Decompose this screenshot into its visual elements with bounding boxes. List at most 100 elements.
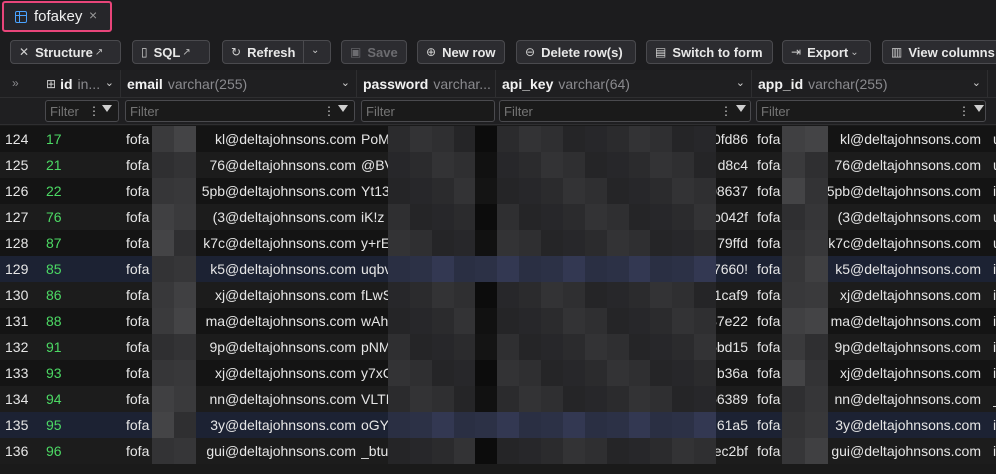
row-number[interactable]: 130 — [5, 282, 43, 308]
redaction-block — [497, 256, 520, 282]
redaction-block — [584, 178, 607, 204]
redaction-block — [431, 334, 454, 360]
chevron-down-icon[interactable]: ⌄ — [736, 76, 745, 89]
cell-id[interactable]: 85 — [46, 256, 118, 282]
cell-id[interactable]: 93 — [46, 360, 118, 386]
row-number[interactable]: 125 — [5, 152, 43, 178]
filter-input-app-id[interactable] — [756, 100, 986, 122]
save-label: Save — [367, 44, 398, 60]
redaction-block — [497, 438, 520, 464]
delete-rows-button[interactable]: ⊖ Delete row(s) — [516, 40, 636, 64]
filter-input-password[interactable] — [361, 100, 495, 122]
redaction-block — [562, 412, 585, 438]
cell-id[interactable]: 21 — [46, 152, 118, 178]
new-row-button[interactable]: ⊕ New row — [417, 40, 505, 64]
redaction-block — [388, 230, 410, 256]
cell-id[interactable]: 76 — [46, 204, 118, 230]
row-number[interactable]: 133 — [5, 360, 43, 386]
redaction-block — [606, 126, 629, 152]
row-number[interactable]: 128 — [5, 230, 43, 256]
row-number[interactable]: 135 — [5, 412, 43, 438]
filter-input-api-key[interactable] — [499, 100, 751, 122]
redaction-block — [453, 412, 476, 438]
switch-to-form-button[interactable]: ▤ Switch to form — [646, 40, 773, 64]
redaction-block — [152, 412, 174, 438]
redaction-block — [475, 256, 498, 282]
redaction-block — [628, 438, 651, 464]
chevron-down-icon[interactable]: ⌄ — [311, 45, 319, 56]
row-number[interactable]: 124 — [5, 126, 43, 152]
cell-app-id-prefix: fofa — [757, 157, 781, 173]
column-header-email[interactable]: email varchar(255) ⌄ — [121, 70, 357, 98]
cell-id[interactable]: 88 — [46, 308, 118, 334]
row-number[interactable]: 136 — [5, 438, 43, 464]
chevron-down-icon[interactable]: ⌄ — [105, 76, 114, 89]
filter-icon[interactable] — [102, 105, 112, 112]
redaction-block — [782, 360, 805, 386]
filter-icon[interactable] — [736, 105, 746, 112]
row-number[interactable]: 134 — [5, 386, 43, 412]
cell-id[interactable]: 17 — [46, 126, 118, 152]
structure-button[interactable]: ✕ Structure ↗ — [10, 40, 121, 64]
redaction-block — [174, 152, 196, 178]
close-icon[interactable]: × — [89, 7, 97, 23]
filter-input-email[interactable] — [125, 100, 355, 122]
redaction-block — [388, 438, 410, 464]
chevron-down-icon[interactable]: ⌄ — [972, 76, 981, 89]
cell-app-id-suffix: nn@deltajohnsons.com — [834, 391, 981, 407]
redaction-block — [562, 308, 585, 334]
column-header-password[interactable]: password varchar... — [357, 70, 496, 98]
redaction-block — [782, 152, 805, 178]
redaction-block — [650, 334, 673, 360]
redaction-block — [475, 334, 498, 360]
save-button[interactable]: ▣ Save — [341, 40, 407, 64]
redaction-block — [453, 282, 476, 308]
redaction-block — [541, 308, 564, 334]
redaction-block — [388, 334, 410, 360]
column-header-id[interactable]: ⊞ id in... ⌄ — [40, 70, 121, 98]
expand-icon[interactable]: » — [12, 76, 19, 90]
redaction-block — [805, 178, 828, 204]
chevron-down-icon[interactable]: ⌄ — [341, 76, 350, 89]
cell-app-id-suffix: xj@deltajohnsons.com — [839, 287, 981, 303]
view-columns-button[interactable]: ▥ View columns — [882, 40, 996, 64]
row-number[interactable]: 129 — [5, 256, 43, 282]
cell-id[interactable]: 87 — [46, 230, 118, 256]
sql-button[interactable]: ▯ SQL ↗ — [132, 40, 210, 64]
redaction-block — [694, 334, 717, 360]
cell-app-id-prefix: fofa — [757, 339, 781, 355]
row-number[interactable]: 132 — [5, 334, 43, 360]
row-number[interactable]: 126 — [5, 178, 43, 204]
cell-id[interactable]: 22 — [46, 178, 118, 204]
cell-email-suffix: k5@deltajohnsons.com — [210, 261, 356, 277]
redaction-block — [584, 308, 607, 334]
row-number[interactable]: 131 — [5, 308, 43, 334]
redaction-block — [628, 204, 651, 230]
redaction-block — [562, 126, 585, 152]
column-header-app-id[interactable]: app_id varchar(255) ⌄ — [752, 70, 988, 98]
row-number[interactable]: 127 — [5, 204, 43, 230]
cell-id[interactable]: 95 — [46, 412, 118, 438]
cell-id[interactable]: 91 — [46, 334, 118, 360]
toolbar: ✕ Structure ↗ ▯ SQL ↗ ↻ Refresh ⌄ ▣ Save… — [0, 36, 996, 70]
more-options-icon[interactable]: ⋮ — [720, 104, 732, 118]
redaction-block — [152, 334, 174, 360]
redaction-block — [628, 282, 651, 308]
cell-id[interactable]: 96 — [46, 438, 118, 464]
cell-id[interactable]: 94 — [46, 386, 118, 412]
redaction-block — [453, 360, 476, 386]
redaction-block — [541, 334, 564, 360]
export-button[interactable]: ⇥ Export ⌄ — [782, 40, 871, 64]
more-options-icon[interactable]: ⋮ — [958, 104, 970, 118]
filter-icon[interactable] — [338, 105, 348, 112]
redaction-block — [388, 152, 410, 178]
column-type: varchar(255) — [167, 76, 248, 92]
redaction-block — [431, 152, 454, 178]
more-options-icon[interactable]: ⋮ — [323, 104, 335, 118]
tab-fofakey[interactable]: fofakey × — [2, 1, 112, 32]
filter-icon[interactable] — [974, 105, 984, 112]
cell-id[interactable]: 86 — [46, 282, 118, 308]
more-options-icon[interactable]: ⋮ — [88, 104, 100, 118]
refresh-button[interactable]: ↻ Refresh ⌄ — [222, 40, 331, 64]
column-header-api-key[interactable]: api_key varchar(64) ⌄ — [496, 70, 752, 98]
